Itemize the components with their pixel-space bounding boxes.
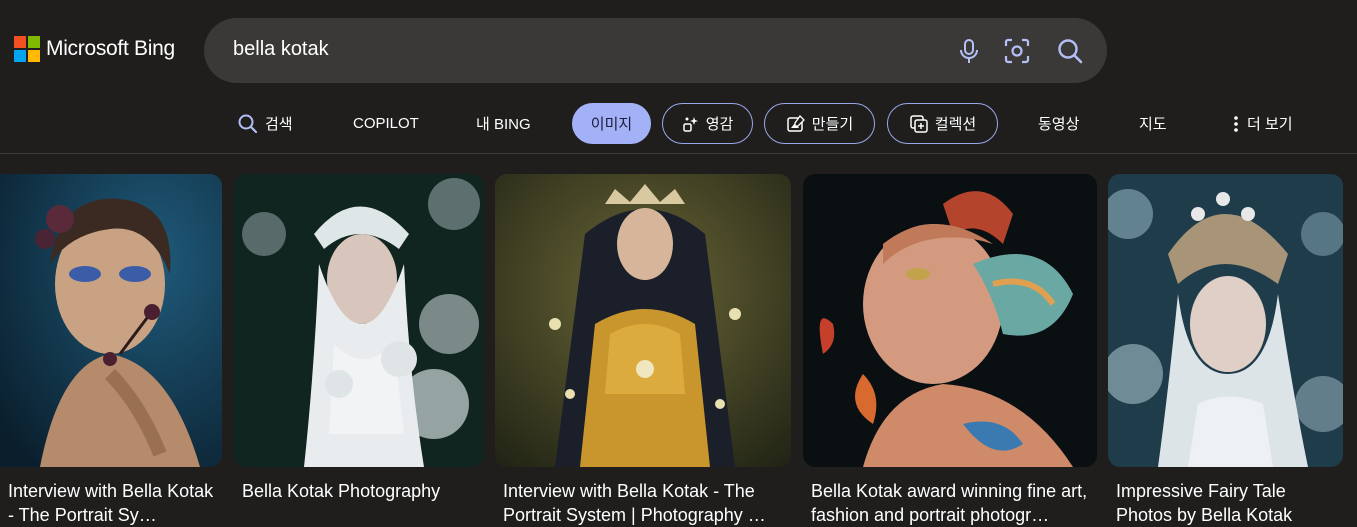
image-result[interactable]: Impressive Fairy Tale Photos by Bella Ko… [1108,174,1343,527]
tab-label: COPILOT [353,115,419,132]
tab-label: 영감 [705,116,734,133]
tab-more[interactable]: 더 보기 [1231,103,1293,144]
tab-maps[interactable]: 지도 [1139,103,1167,144]
tab-label: 내 BING [476,116,531,133]
tab-inspiration[interactable]: 영감 [662,103,753,144]
tab-label: 동영상 [1038,116,1080,133]
result-caption[interactable]: Bella Kotak Photography [234,479,484,527]
image-result[interactable]: Bella Kotak Photography [234,174,484,527]
image-result[interactable]: Bella Kotak award winning fine art, fash… [803,174,1097,527]
tab-label: 이미지 [590,116,633,133]
tab-label: 검색 [265,116,293,133]
image-results: Interview with Bella Kotak - The Portrai… [0,174,1357,527]
result-caption[interactable]: Bella Kotak award winning fine art, fash… [803,479,1097,527]
tab-my-bing[interactable]: 내 BING [476,103,531,144]
search-input[interactable]: bella kotak [233,38,329,61]
brand-name: Microsoft Bing [46,37,175,60]
microsoft-logo-icon [14,36,40,62]
image-result[interactable]: Interview with Bella Kotak - The Portrai… [495,174,791,527]
vertical-nav: 검색 COPILOT 내 BING 이미지 영감 만들기 컬렉션 동영상 지도 [0,103,1357,144]
sparkle-icon [682,116,698,132]
search-box[interactable]: bella kotak [204,18,1107,83]
search-icon[interactable] [1055,36,1085,66]
result-thumbnail[interactable] [0,174,222,467]
tab-label: 컬렉션 [934,116,977,133]
image-create-icon [787,114,805,132]
microphone-icon[interactable] [954,36,984,66]
tab-label: 지도 [1139,116,1167,133]
result-caption[interactable]: Interview with Bella Kotak - The Portrai… [0,479,222,527]
result-thumbnail[interactable] [495,174,791,467]
more-dots-icon [1234,115,1238,132]
tab-label: 더 보기 [1247,116,1293,133]
tab-collections[interactable]: 컬렉션 [887,103,998,144]
tab-copilot[interactable]: COPILOT [353,103,419,144]
visual-search-icon[interactable] [1002,36,1032,66]
header-divider [0,153,1357,154]
tab-search[interactable]: 검색 [237,103,293,144]
result-caption[interactable]: Impressive Fairy Tale Photos by Bella Ko… [1108,479,1343,527]
search-icon [238,114,258,133]
tab-images[interactable]: 이미지 [572,103,651,144]
collection-icon [910,114,928,133]
image-result[interactable]: Interview with Bella Kotak - The Portrai… [0,174,222,527]
result-thumbnail[interactable] [803,174,1097,467]
result-caption[interactable]: Interview with Bella Kotak - The Portrai… [495,479,791,527]
header: Microsoft Bing bella kotak 검색 COPILOT 내 … [0,0,1357,154]
tab-label: 만들기 [811,116,854,133]
bing-logo[interactable]: Microsoft Bing [14,36,175,62]
tab-create[interactable]: 만들기 [764,103,875,144]
result-thumbnail[interactable] [1108,174,1343,467]
result-thumbnail[interactable] [234,174,484,467]
tab-videos[interactable]: 동영상 [1038,103,1079,144]
